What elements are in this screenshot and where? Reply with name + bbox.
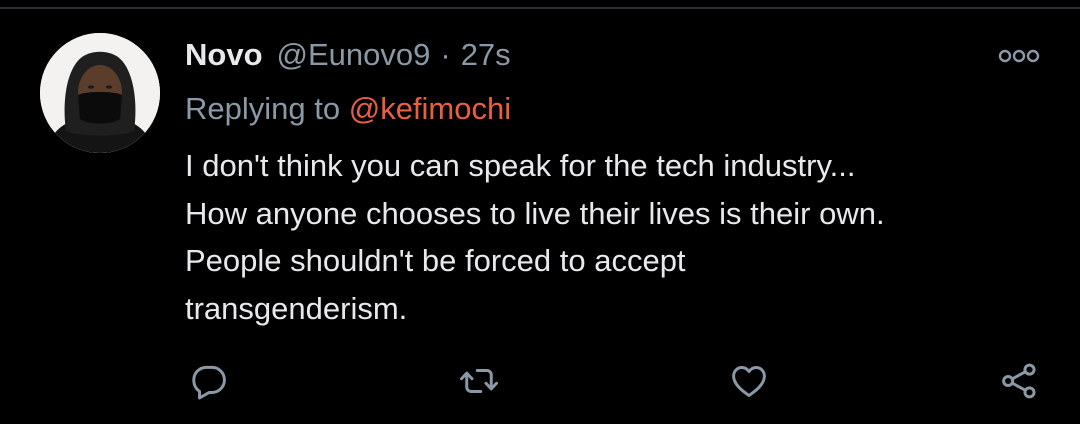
reply-button[interactable] — [186, 358, 232, 404]
tweet-text: I don't think you can speak for the tech… — [185, 148, 885, 326]
timestamp[interactable]: 27s — [461, 37, 511, 73]
user-handle[interactable]: @Eunovo9 — [277, 37, 431, 73]
avatar[interactable] — [40, 33, 160, 153]
avatar-image — [40, 33, 160, 153]
more-options-button[interactable] — [994, 41, 1044, 71]
like-button[interactable] — [726, 358, 772, 404]
share-icon — [1002, 363, 1036, 399]
display-name[interactable]: Novo — [185, 37, 263, 73]
replying-to-line: Replying to @kefimochi — [185, 91, 511, 127]
more-options-icon — [998, 49, 1040, 63]
like-icon — [732, 366, 766, 398]
header-separator: · — [440, 37, 451, 72]
retweet-icon — [460, 369, 498, 393]
replying-to-mention[interactable]: @kefimochi — [349, 91, 511, 126]
reply-icon — [192, 365, 226, 400]
retweet-button[interactable] — [456, 358, 502, 404]
replying-to-label: Replying to — [185, 91, 349, 126]
tweet-header: Novo @Eunovo9 · 27s — [185, 37, 511, 77]
share-button[interactable] — [996, 358, 1042, 404]
tweet[interactable]: Novo @Eunovo9 · 27s Replying to @kefimoc… — [0, 9, 1080, 424]
